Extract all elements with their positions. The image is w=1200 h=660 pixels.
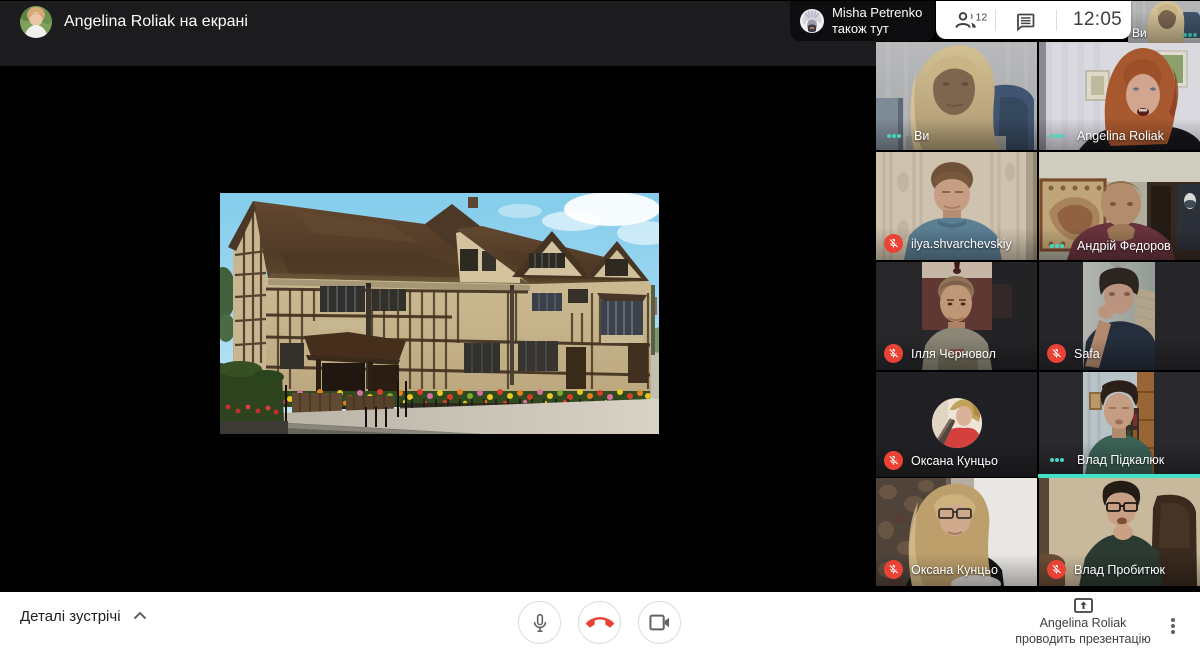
svg-text:12: 12 (976, 12, 988, 24)
